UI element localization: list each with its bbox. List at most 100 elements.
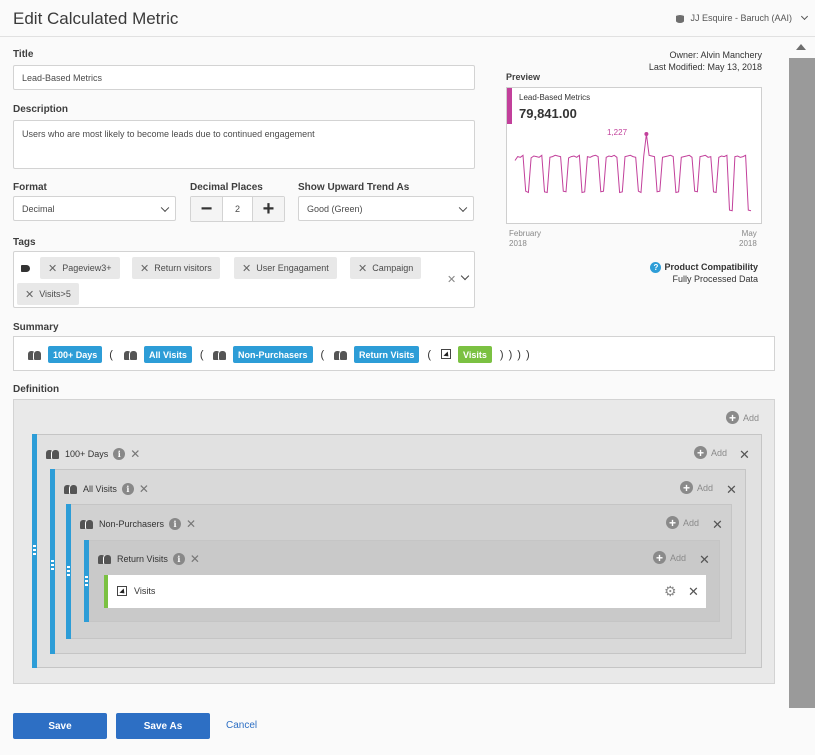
title-input[interactable]: Lead-Based Metrics xyxy=(13,65,475,90)
segment-icon xyxy=(64,484,78,494)
chevron-down-icon[interactable] xyxy=(460,271,470,281)
remove-segment-icon[interactable]: ✕ xyxy=(186,517,196,531)
owner-text: Owner: Alvin Manchery xyxy=(669,50,762,60)
add-label: Add xyxy=(683,517,700,528)
summary-chip: Return Visits xyxy=(354,346,420,363)
summary-item: All Visits ( xyxy=(124,346,204,363)
product-compatibility: ? Product Compatibility Fully Processed D… xyxy=(650,261,758,285)
format-select[interactable]: Decimal xyxy=(13,196,176,221)
decimal-places-value[interactable]: 2 xyxy=(222,197,253,221)
tag-chip: ✕ User Engagament xyxy=(234,257,337,279)
close-icon[interactable]: ✕ xyxy=(726,482,737,498)
tag-label: Pageview3+ xyxy=(62,263,112,273)
close-icon[interactable]: ✕ xyxy=(712,517,723,533)
save-as-button[interactable]: Save As xyxy=(116,713,210,739)
metric-row-visits[interactable]: Visits ⚙ ✕ xyxy=(104,575,706,608)
x-axis-end-month: May xyxy=(741,229,757,238)
add-button[interactable]: + Add xyxy=(653,551,686,564)
container-title: All Visits i ✕ xyxy=(64,482,149,496)
remove-tag-icon[interactable]: ✕ xyxy=(48,262,57,275)
gear-icon[interactable]: ⚙ xyxy=(664,583,677,600)
close-icon[interactable]: ✕ xyxy=(699,552,710,568)
decimal-places-stepper: − 2 + xyxy=(190,196,285,222)
info-icon[interactable]: i xyxy=(172,553,185,565)
info-icon[interactable]: i xyxy=(169,518,182,530)
summary-chip: 100+ Days xyxy=(48,346,103,363)
tag-label: Return visitors xyxy=(154,263,212,273)
description-input[interactable]: Users who are most likely to become lead… xyxy=(13,120,475,169)
chevron-down-icon xyxy=(458,203,468,212)
add-label: Add xyxy=(670,552,687,563)
paren: ( xyxy=(427,348,432,361)
close-icon[interactable]: ✕ xyxy=(739,447,750,463)
summary-item: 100+ Days ( xyxy=(28,346,113,363)
increment-button[interactable]: + xyxy=(253,197,284,221)
add-icon: + xyxy=(694,446,707,459)
add-button[interactable]: + Add xyxy=(694,446,727,459)
account-menu[interactable]: JJ Esquire - Baruch (AAI) xyxy=(676,12,809,23)
summary-item: Return Visits ( xyxy=(334,346,431,363)
drag-handle-icon[interactable] xyxy=(85,576,88,588)
x-axis-end-year: 2018 xyxy=(739,239,757,248)
metric-icon xyxy=(117,586,128,597)
sparkline-series-line xyxy=(514,133,752,212)
tag-icon xyxy=(21,265,30,272)
chevron-down-icon xyxy=(800,12,809,21)
chevron-down-icon xyxy=(160,203,170,212)
container-label: 100+ Days xyxy=(65,449,109,459)
tag-chip: ✕ Campaign xyxy=(350,257,422,279)
summary-chip: Non-Purchasers xyxy=(233,346,313,363)
summary-box: 100+ Days ( All Visits ( Non-Purchasers … xyxy=(13,336,775,371)
paren: ( xyxy=(320,348,325,361)
decrement-button[interactable]: − xyxy=(191,197,222,221)
header: Edit Calculated Metric JJ Esquire - Baru… xyxy=(0,0,815,37)
remove-tag-icon[interactable]: ✕ xyxy=(140,262,149,275)
drag-handle-icon[interactable] xyxy=(33,545,36,557)
decimal-places-label: Decimal Places xyxy=(190,182,263,193)
scrollbar-thumb[interactable] xyxy=(789,58,815,708)
add-button[interactable]: + Add xyxy=(666,516,699,529)
drag-handle-icon[interactable] xyxy=(51,560,54,572)
add-button[interactable]: + Add xyxy=(680,481,713,494)
close-icon[interactable]: ✕ xyxy=(688,584,699,600)
sparkline-peak-point xyxy=(644,132,649,136)
add-icon: + xyxy=(653,551,666,564)
remove-segment-icon[interactable]: ✕ xyxy=(139,482,149,496)
segment-icon xyxy=(80,519,94,529)
paren: ( xyxy=(109,348,113,361)
owner-info: Owner: Alvin Manchery Last Modified: May… xyxy=(649,49,762,73)
x-axis-end: May 2018 xyxy=(739,229,757,249)
remove-tag-icon[interactable]: ✕ xyxy=(242,262,251,275)
tags-label: Tags xyxy=(13,237,36,248)
summary-item: Visits ) ) ) ) xyxy=(441,346,531,363)
preview-sparkline xyxy=(514,132,752,212)
clear-tags-icon[interactable]: ✕ xyxy=(447,273,456,286)
info-icon[interactable]: i xyxy=(113,448,126,460)
cancel-link[interactable]: Cancel xyxy=(226,720,257,731)
add-label: Add xyxy=(743,412,760,423)
description-label: Description xyxy=(13,104,69,115)
remove-tag-icon[interactable]: ✕ xyxy=(358,262,367,275)
tag-chip: ✕ Pageview3+ xyxy=(40,257,120,279)
container-label: Non-Purchasers xyxy=(99,519,165,529)
page-title: Edit Calculated Metric xyxy=(13,9,179,28)
preview-label: Preview xyxy=(506,72,541,82)
info-icon[interactable]: i xyxy=(121,483,134,495)
trend-select[interactable]: Good (Green) xyxy=(298,196,474,221)
remove-segment-icon[interactable]: ✕ xyxy=(130,447,140,461)
tag-label: User Engagament xyxy=(256,263,329,273)
segment-icon xyxy=(213,350,227,360)
tags-input[interactable]: ✕ Pageview3+ ✕ Return visitors ✕ User En… xyxy=(13,251,475,308)
segment-icon xyxy=(98,554,112,564)
add-icon: + xyxy=(726,411,739,424)
scroll-up-icon[interactable] xyxy=(796,44,806,50)
tag-chip: ✕ Return visitors xyxy=(132,257,220,279)
container-label: Return Visits xyxy=(117,554,168,564)
save-button[interactable]: Save xyxy=(13,713,107,739)
paren: ( xyxy=(199,348,204,361)
add-button[interactable]: + Add xyxy=(726,411,759,424)
help-icon[interactable]: ? xyxy=(650,262,662,274)
drag-handle-icon[interactable] xyxy=(67,566,70,578)
remove-tag-icon[interactable]: ✕ xyxy=(25,288,34,301)
remove-segment-icon[interactable]: ✕ xyxy=(190,552,200,566)
